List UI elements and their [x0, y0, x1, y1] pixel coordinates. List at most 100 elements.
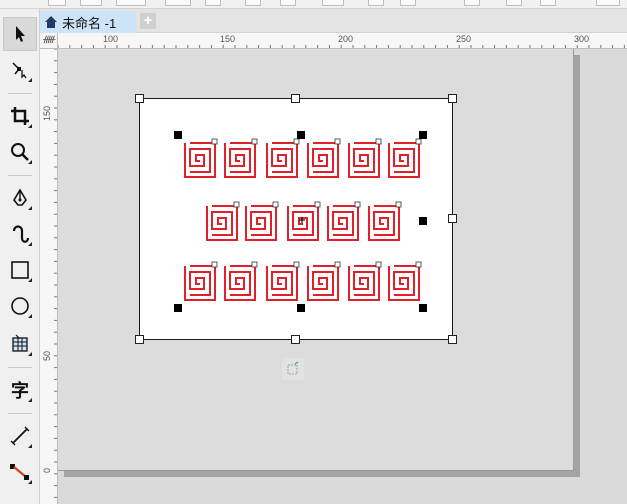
spiral-node [314, 201, 321, 208]
quick-transform-icon[interactable] [282, 358, 304, 380]
toolbar-button[interactable] [205, 0, 221, 6]
spiral-motif [224, 142, 256, 178]
shape-tool[interactable] [3, 53, 37, 87]
ruler-label-300: 300 [574, 34, 590, 44]
spiral-motif [206, 205, 238, 241]
ruler-label-150: 150 [220, 34, 236, 44]
spiral-motif [388, 142, 420, 178]
artistic-media-tool[interactable] [3, 217, 37, 251]
app-window: 字 未命名 -1 + ᚏ 100 150 200 250 300 150 50 … [0, 0, 627, 504]
dimension-tool[interactable] [3, 419, 37, 453]
selection-handle-bottom[interactable] [291, 335, 300, 344]
table-tool[interactable] [3, 327, 37, 361]
spiral-node [354, 201, 361, 208]
toolbar-button[interactable] [368, 0, 384, 6]
rectangle-icon [11, 261, 29, 279]
toolbar-button[interactable] [245, 0, 261, 6]
drawing-canvas[interactable] [58, 49, 627, 504]
spiral-node [251, 138, 258, 145]
rectangle-tool[interactable] [3, 253, 37, 287]
spiral-node [375, 261, 382, 268]
spiral-motif [266, 142, 298, 178]
anchor-node[interactable] [174, 131, 182, 139]
selection-handle-right[interactable] [448, 214, 457, 223]
selection-handle-top[interactable] [291, 94, 300, 103]
ruler-label-0v: 0 [42, 467, 52, 473]
spiral-node [334, 138, 341, 145]
document-tab-bar: 未命名 -1 + [40, 9, 627, 33]
spiral-node [211, 138, 218, 145]
spiral-motif [348, 265, 380, 301]
toolbar-button[interactable] [80, 0, 102, 6]
spiral-node [415, 261, 422, 268]
pen-nib-icon [13, 188, 27, 206]
selection-handle-bottom-right[interactable] [448, 335, 457, 344]
ellipse-tool[interactable] [3, 289, 37, 323]
node-edit-icon [12, 62, 27, 79]
toolbar-button[interactable] [464, 0, 480, 6]
spiral-motif [266, 265, 298, 301]
selection-handle-top-left[interactable] [135, 94, 144, 103]
spiral-node [395, 201, 402, 208]
toolbar-button[interactable] [116, 0, 146, 6]
vertical-ruler[interactable]: 150 50 0 [40, 49, 58, 504]
toolbar-button[interactable] [322, 0, 344, 6]
connector-icon [10, 464, 29, 480]
spiral-motif [307, 265, 339, 301]
spiral-motif [368, 205, 400, 241]
spiral-motif [245, 205, 277, 241]
selected-artwork[interactable] [139, 98, 453, 340]
spiral-node [211, 261, 218, 268]
spiral-motif [184, 265, 216, 301]
ruler-label-250: 250 [456, 34, 472, 44]
ellipse-icon [11, 297, 29, 315]
add-tab-button[interactable]: + [140, 13, 156, 29]
ruler-label-100: 100 [103, 34, 119, 44]
crop-icon [11, 107, 29, 125]
anchor-node[interactable] [174, 304, 182, 312]
zoom-tool[interactable] [3, 135, 37, 169]
ruler-origin[interactable]: ᚏ [40, 33, 58, 49]
anchor-node[interactable] [419, 131, 427, 139]
document-tab[interactable]: 未命名 -1 [40, 11, 136, 33]
anchor-node[interactable] [297, 304, 305, 312]
spiral-node [334, 261, 341, 268]
spiral-node [251, 261, 258, 268]
transform-icon [287, 361, 299, 375]
text-tool[interactable]: 字 [3, 373, 37, 407]
toolbar-button[interactable] [400, 0, 416, 6]
dimension-icon [10, 426, 30, 446]
anchor-node[interactable] [419, 304, 427, 312]
anchor-node[interactable] [419, 217, 427, 225]
toolbar-button[interactable] [540, 0, 556, 6]
spiral-node [293, 261, 300, 268]
horizontal-ruler[interactable]: 100 150 200 250 300 [58, 33, 627, 49]
toolbox: 字 [0, 9, 40, 504]
spiral-motif [348, 142, 380, 178]
table-icon [12, 334, 28, 352]
spiral-motif [307, 142, 339, 178]
ruler-label-200: 200 [338, 34, 354, 44]
ruler-label-50v: 50 [42, 350, 52, 361]
pen-tool[interactable] [3, 181, 37, 215]
crop-tool[interactable] [3, 99, 37, 133]
home-icon [45, 16, 57, 28]
ruler-label-150v: 150 [42, 105, 52, 121]
toolbar-button[interactable] [48, 0, 66, 6]
anchor-node[interactable] [297, 131, 305, 139]
selection-handle-bottom-left[interactable] [135, 335, 144, 344]
text-icon: 字 [11, 381, 29, 402]
toolbar-button[interactable] [596, 0, 620, 6]
spiral-node [415, 138, 422, 145]
pick-tool[interactable] [3, 17, 37, 51]
toolbar-button[interactable] [506, 0, 522, 6]
selection-handle-top-right[interactable] [448, 94, 457, 103]
document-tab-title: 未命名 -1 [62, 15, 117, 31]
spiral-node [272, 201, 279, 208]
spiral-node [375, 138, 382, 145]
connector-tool[interactable] [3, 455, 37, 489]
property-bar [0, 0, 627, 9]
toolbar-button[interactable] [165, 0, 191, 6]
toolbar-button[interactable] [280, 0, 296, 6]
spiral-node [233, 201, 240, 208]
